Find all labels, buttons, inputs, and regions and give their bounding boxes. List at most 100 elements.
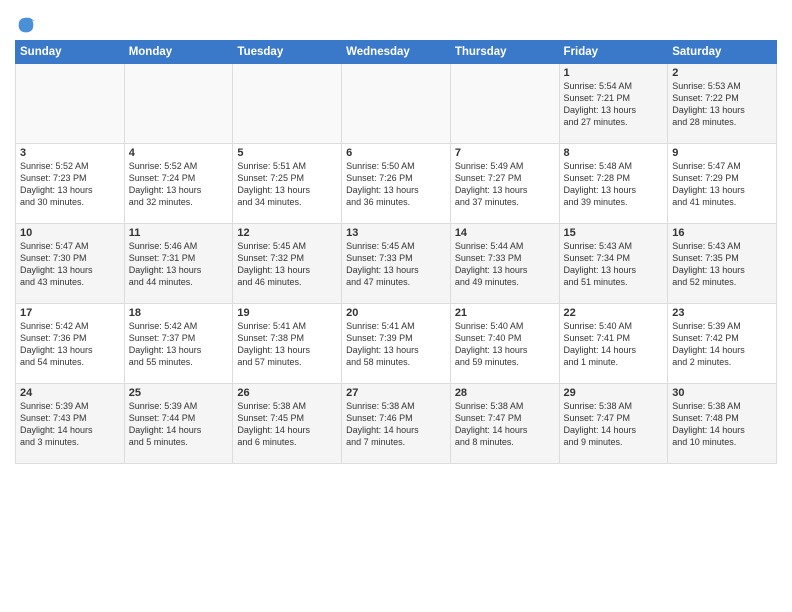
calendar-cell (450, 64, 559, 144)
calendar-cell: 7Sunrise: 5:49 AM Sunset: 7:27 PM Daylig… (450, 144, 559, 224)
calendar-cell: 19Sunrise: 5:41 AM Sunset: 7:38 PM Dayli… (233, 304, 342, 384)
day-number: 4 (129, 147, 229, 159)
day-info: Sunrise: 5:38 AM Sunset: 7:46 PM Dayligh… (346, 400, 446, 449)
day-number: 2 (672, 67, 772, 79)
day-number: 7 (455, 147, 555, 159)
calendar-cell: 20Sunrise: 5:41 AM Sunset: 7:39 PM Dayli… (342, 304, 451, 384)
day-info: Sunrise: 5:39 AM Sunset: 7:42 PM Dayligh… (672, 320, 772, 369)
day-number: 3 (20, 147, 120, 159)
header-day-saturday: Saturday (668, 41, 777, 64)
calendar-cell: 5Sunrise: 5:51 AM Sunset: 7:25 PM Daylig… (233, 144, 342, 224)
day-number: 11 (129, 227, 229, 239)
calendar-cell: 4Sunrise: 5:52 AM Sunset: 7:24 PM Daylig… (124, 144, 233, 224)
header-day-tuesday: Tuesday (233, 41, 342, 64)
calendar-cell: 8Sunrise: 5:48 AM Sunset: 7:28 PM Daylig… (559, 144, 668, 224)
day-info: Sunrise: 5:52 AM Sunset: 7:24 PM Dayligh… (129, 160, 229, 209)
day-number: 25 (129, 387, 229, 399)
calendar-cell: 1Sunrise: 5:54 AM Sunset: 7:21 PM Daylig… (559, 64, 668, 144)
calendar-cell: 3Sunrise: 5:52 AM Sunset: 7:23 PM Daylig… (16, 144, 125, 224)
calendar-cell (342, 64, 451, 144)
calendar-cell: 16Sunrise: 5:43 AM Sunset: 7:35 PM Dayli… (668, 224, 777, 304)
day-number: 10 (20, 227, 120, 239)
day-number: 19 (237, 307, 337, 319)
calendar-cell: 21Sunrise: 5:40 AM Sunset: 7:40 PM Dayli… (450, 304, 559, 384)
day-info: Sunrise: 5:40 AM Sunset: 7:40 PM Dayligh… (455, 320, 555, 369)
day-number: 9 (672, 147, 772, 159)
day-info: Sunrise: 5:41 AM Sunset: 7:39 PM Dayligh… (346, 320, 446, 369)
day-number: 16 (672, 227, 772, 239)
day-number: 15 (564, 227, 664, 239)
day-info: Sunrise: 5:50 AM Sunset: 7:26 PM Dayligh… (346, 160, 446, 209)
day-number: 12 (237, 227, 337, 239)
day-number: 26 (237, 387, 337, 399)
day-info: Sunrise: 5:47 AM Sunset: 7:29 PM Dayligh… (672, 160, 772, 209)
calendar-cell: 9Sunrise: 5:47 AM Sunset: 7:29 PM Daylig… (668, 144, 777, 224)
header-row: SundayMondayTuesdayWednesdayThursdayFrid… (16, 41, 777, 64)
day-number: 23 (672, 307, 772, 319)
day-info: Sunrise: 5:51 AM Sunset: 7:25 PM Dayligh… (237, 160, 337, 209)
day-number: 24 (20, 387, 120, 399)
day-info: Sunrise: 5:52 AM Sunset: 7:23 PM Dayligh… (20, 160, 120, 209)
day-number: 8 (564, 147, 664, 159)
day-info: Sunrise: 5:43 AM Sunset: 7:34 PM Dayligh… (564, 240, 664, 289)
day-number: 30 (672, 387, 772, 399)
calendar-cell: 29Sunrise: 5:38 AM Sunset: 7:47 PM Dayli… (559, 384, 668, 464)
day-info: Sunrise: 5:38 AM Sunset: 7:47 PM Dayligh… (455, 400, 555, 449)
calendar-cell: 17Sunrise: 5:42 AM Sunset: 7:36 PM Dayli… (16, 304, 125, 384)
day-number: 29 (564, 387, 664, 399)
logo (15, 14, 40, 36)
calendar-cell: 11Sunrise: 5:46 AM Sunset: 7:31 PM Dayli… (124, 224, 233, 304)
calendar-cell: 26Sunrise: 5:38 AM Sunset: 7:45 PM Dayli… (233, 384, 342, 464)
day-info: Sunrise: 5:41 AM Sunset: 7:38 PM Dayligh… (237, 320, 337, 369)
calendar-body: 1Sunrise: 5:54 AM Sunset: 7:21 PM Daylig… (16, 64, 777, 464)
calendar-cell: 10Sunrise: 5:47 AM Sunset: 7:30 PM Dayli… (16, 224, 125, 304)
day-number: 1 (564, 67, 664, 79)
header-day-thursday: Thursday (450, 41, 559, 64)
day-info: Sunrise: 5:39 AM Sunset: 7:43 PM Dayligh… (20, 400, 120, 449)
calendar-cell: 12Sunrise: 5:45 AM Sunset: 7:32 PM Dayli… (233, 224, 342, 304)
calendar-cell: 15Sunrise: 5:43 AM Sunset: 7:34 PM Dayli… (559, 224, 668, 304)
calendar-cell (233, 64, 342, 144)
week-row-2: 10Sunrise: 5:47 AM Sunset: 7:30 PM Dayli… (16, 224, 777, 304)
calendar-cell: 27Sunrise: 5:38 AM Sunset: 7:46 PM Dayli… (342, 384, 451, 464)
day-info: Sunrise: 5:40 AM Sunset: 7:41 PM Dayligh… (564, 320, 664, 369)
day-number: 28 (455, 387, 555, 399)
day-number: 22 (564, 307, 664, 319)
calendar-cell: 14Sunrise: 5:44 AM Sunset: 7:33 PM Dayli… (450, 224, 559, 304)
week-row-1: 3Sunrise: 5:52 AM Sunset: 7:23 PM Daylig… (16, 144, 777, 224)
day-number: 14 (455, 227, 555, 239)
page-container: SundayMondayTuesdayWednesdayThursdayFrid… (0, 0, 792, 474)
day-info: Sunrise: 5:47 AM Sunset: 7:30 PM Dayligh… (20, 240, 120, 289)
day-number: 20 (346, 307, 446, 319)
week-row-0: 1Sunrise: 5:54 AM Sunset: 7:21 PM Daylig… (16, 64, 777, 144)
calendar-table: SundayMondayTuesdayWednesdayThursdayFrid… (15, 40, 777, 464)
day-info: Sunrise: 5:39 AM Sunset: 7:44 PM Dayligh… (129, 400, 229, 449)
day-info: Sunrise: 5:45 AM Sunset: 7:32 PM Dayligh… (237, 240, 337, 289)
day-info: Sunrise: 5:42 AM Sunset: 7:37 PM Dayligh… (129, 320, 229, 369)
day-number: 17 (20, 307, 120, 319)
day-info: Sunrise: 5:38 AM Sunset: 7:45 PM Dayligh… (237, 400, 337, 449)
header-day-sunday: Sunday (16, 41, 125, 64)
day-info: Sunrise: 5:49 AM Sunset: 7:27 PM Dayligh… (455, 160, 555, 209)
logo-icon (15, 14, 37, 36)
day-info: Sunrise: 5:38 AM Sunset: 7:48 PM Dayligh… (672, 400, 772, 449)
day-number: 6 (346, 147, 446, 159)
day-info: Sunrise: 5:45 AM Sunset: 7:33 PM Dayligh… (346, 240, 446, 289)
day-number: 21 (455, 307, 555, 319)
calendar-cell: 23Sunrise: 5:39 AM Sunset: 7:42 PM Dayli… (668, 304, 777, 384)
calendar-cell: 18Sunrise: 5:42 AM Sunset: 7:37 PM Dayli… (124, 304, 233, 384)
calendar-cell: 28Sunrise: 5:38 AM Sunset: 7:47 PM Dayli… (450, 384, 559, 464)
header-day-wednesday: Wednesday (342, 41, 451, 64)
calendar-cell: 22Sunrise: 5:40 AM Sunset: 7:41 PM Dayli… (559, 304, 668, 384)
day-info: Sunrise: 5:44 AM Sunset: 7:33 PM Dayligh… (455, 240, 555, 289)
day-info: Sunrise: 5:42 AM Sunset: 7:36 PM Dayligh… (20, 320, 120, 369)
day-number: 13 (346, 227, 446, 239)
day-info: Sunrise: 5:54 AM Sunset: 7:21 PM Dayligh… (564, 80, 664, 129)
header-day-friday: Friday (559, 41, 668, 64)
day-number: 18 (129, 307, 229, 319)
day-info: Sunrise: 5:48 AM Sunset: 7:28 PM Dayligh… (564, 160, 664, 209)
day-info: Sunrise: 5:53 AM Sunset: 7:22 PM Dayligh… (672, 80, 772, 129)
day-number: 5 (237, 147, 337, 159)
calendar-header: SundayMondayTuesdayWednesdayThursdayFrid… (16, 41, 777, 64)
header-day-monday: Monday (124, 41, 233, 64)
